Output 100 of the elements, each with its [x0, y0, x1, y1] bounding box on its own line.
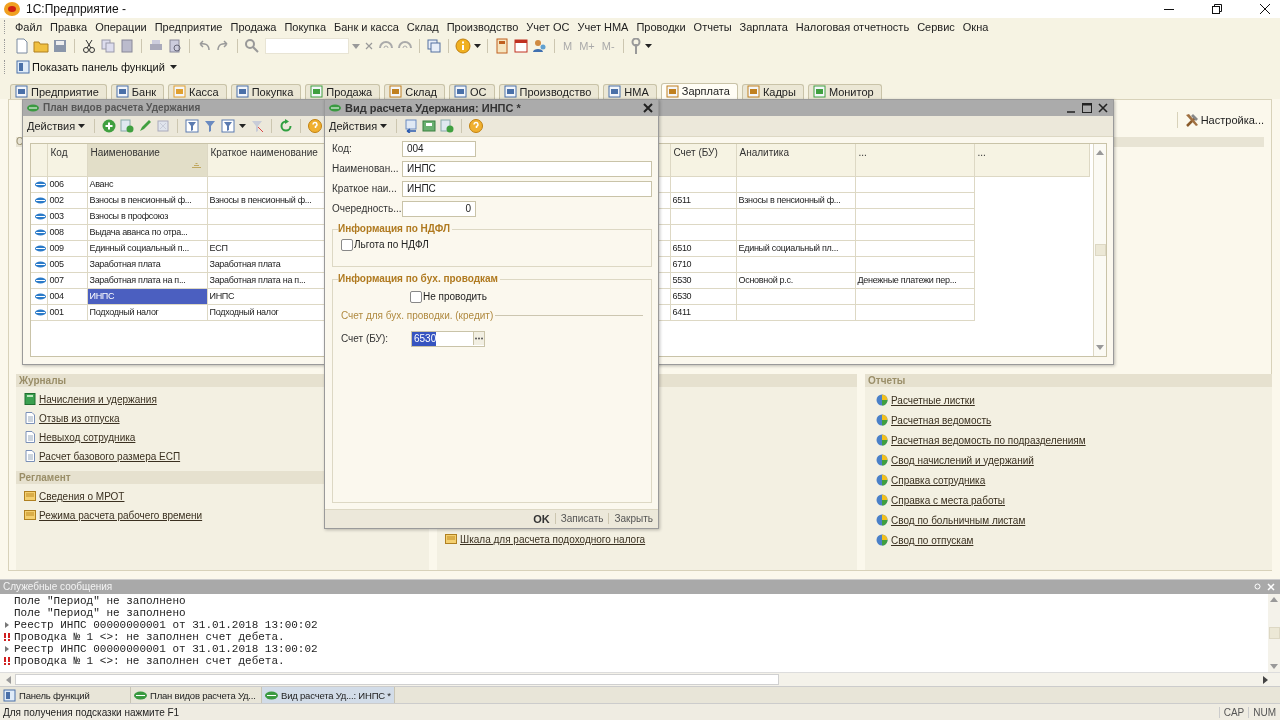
menu-item[interactable]: Учет НМА: [573, 21, 633, 34]
windows-icon[interactable]: [426, 38, 442, 55]
close-icon[interactable]: [1098, 102, 1108, 113]
settings-link[interactable]: Настройка...: [1176, 112, 1264, 129]
column-header[interactable]: ...: [974, 143, 1089, 177]
close-icon[interactable]: [1260, 3, 1270, 14]
people-icon[interactable]: [532, 38, 548, 55]
function-link[interactable]: Расчетные листки: [876, 393, 1272, 407]
close-icon[interactable]: [643, 102, 653, 113]
scissors-icon[interactable]: [81, 38, 97, 55]
function-link[interactable]: Сведения о МРОТ: [24, 489, 429, 503]
search-icon[interactable]: [244, 38, 260, 55]
function-link[interactable]: Свод по больничным листам: [876, 513, 1272, 527]
function-link[interactable]: Режима расчета рабочего времени: [24, 508, 429, 522]
triangle-icon[interactable]: [5, 645, 9, 652]
column-header[interactable]: ...: [855, 143, 974, 177]
caret-icon[interactable]: [644, 44, 652, 49]
tab[interactable]: Склад: [384, 83, 446, 99]
column-header[interactable]: Краткое наименование: [207, 143, 324, 177]
calculator-icon[interactable]: [494, 38, 510, 55]
help-icon[interactable]: [308, 118, 323, 133]
menu-item[interactable]: Отчеты: [689, 21, 736, 34]
tab[interactable]: Продажа: [305, 83, 381, 99]
menu-item[interactable]: Операции: [91, 21, 151, 34]
menu-item[interactable]: Проводки: [632, 21, 690, 34]
menu-item[interactable]: Учет ОС: [522, 21, 574, 34]
ellipsis-icon[interactable]: [473, 332, 484, 346]
tab[interactable]: Предприятие: [10, 83, 107, 99]
pencil-icon[interactable]: [138, 118, 153, 133]
save-icon[interactable]: [422, 118, 437, 133]
scroll-thumb[interactable]: [15, 674, 779, 686]
function-link[interactable]: Начисления и удержания: [24, 392, 429, 406]
tab[interactable]: ОС: [449, 83, 495, 99]
search-field[interactable]: [265, 38, 349, 55]
tab[interactable]: Производство: [498, 83, 600, 99]
checkbox[interactable]: [410, 290, 422, 303]
actions-menu[interactable]: Действия: [327, 119, 390, 132]
function-link[interactable]: Отзыв из отпуска: [24, 411, 429, 425]
caret-icon[interactable]: [474, 44, 481, 49]
function-link[interactable]: Шкала для расчета подоходного налога: [445, 532, 857, 546]
scroll-down-icon[interactable]: [1270, 664, 1278, 670]
function-link[interactable]: Расчетная ведомость по подразделениям: [876, 433, 1272, 447]
save-icon[interactable]: [52, 38, 68, 55]
menu-item[interactable]: Банк и касса: [330, 21, 403, 34]
filter-icon[interactable]: [203, 118, 218, 133]
triangle-icon[interactable]: [5, 621, 9, 628]
folder-icon[interactable]: [33, 38, 49, 55]
function-link[interactable]: Расчетная ведомость: [876, 413, 1272, 427]
filter-icon[interactable]: [221, 118, 236, 133]
tab[interactable]: НМА: [603, 83, 657, 99]
scrollbar[interactable]: [1268, 593, 1280, 673]
menu-item[interactable]: Продажа: [226, 21, 281, 34]
menu-item[interactable]: Сервис: [913, 21, 959, 34]
input-field[interactable]: 004: [402, 140, 476, 157]
filter-icon[interactable]: [185, 118, 200, 133]
menu-item[interactable]: Покупка: [280, 21, 330, 34]
scroll-up-icon[interactable]: [1270, 596, 1278, 602]
scroll-left-icon[interactable]: [6, 675, 11, 684]
tab[interactable]: Зарплата: [660, 82, 738, 99]
menu-item[interactable]: Налоговая отчетность: [791, 21, 914, 34]
paste-icon[interactable]: [119, 38, 135, 55]
maximize-icon[interactable]: [1082, 102, 1092, 113]
column-header[interactable]: Счет (БУ): [670, 143, 736, 177]
copy-icon[interactable]: [440, 118, 455, 133]
menu-item[interactable]: Производство: [442, 21, 523, 34]
menu-item[interactable]: Файл: [11, 21, 47, 34]
function-link[interactable]: Невыход сотрудника: [24, 430, 429, 444]
input-field[interactable]: 0: [402, 200, 476, 217]
tab[interactable]: Банк: [110, 83, 165, 99]
show-function-panel-button[interactable]: Показать панель функций: [14, 59, 167, 74]
function-link[interactable]: Свод начислений и удержаний: [876, 453, 1272, 467]
tab[interactable]: Монитор: [807, 83, 882, 99]
restore-icon[interactable]: [1212, 3, 1222, 14]
scroll-up-icon[interactable]: [1096, 149, 1104, 155]
pin-icon[interactable]: [1254, 583, 1261, 591]
function-link[interactable]: Расчет базового размера ЕСП: [24, 449, 429, 463]
caret-icon[interactable]: [239, 123, 247, 128]
menu-item[interactable]: Окна: [958, 21, 993, 34]
menu-item[interactable]: Правка: [46, 21, 92, 34]
input-field[interactable]: ИНПС: [402, 160, 652, 177]
scroll-down-icon[interactable]: [1096, 344, 1104, 350]
dialog-button[interactable]: Записать: [559, 513, 605, 525]
copy-icon[interactable]: [120, 118, 135, 133]
menu-item[interactable]: Склад: [402, 21, 443, 34]
dropdown-arrow-icon[interactable]: [352, 43, 360, 49]
function-link[interactable]: Справка сотрудника: [876, 473, 1272, 487]
scroll-right-icon[interactable]: [1263, 675, 1268, 684]
caret-icon[interactable]: [169, 64, 177, 69]
refresh-icon[interactable]: [279, 118, 294, 133]
menu-item[interactable]: Зарплата: [735, 21, 792, 34]
help-icon[interactable]: [469, 118, 484, 133]
scroll-thumb[interactable]: [1094, 243, 1106, 256]
column-header[interactable]: Наименование: [87, 143, 207, 177]
checkbox[interactable]: [341, 238, 353, 251]
menu-item[interactable]: Предприятие: [150, 21, 227, 34]
function-link[interactable]: Свод по отпускам: [876, 533, 1272, 547]
save-close-icon[interactable]: [404, 118, 419, 133]
column-header[interactable]: Аналитика: [736, 143, 855, 177]
calendar-icon[interactable]: [513, 38, 529, 55]
input-field[interactable]: ИНПС: [402, 180, 652, 197]
